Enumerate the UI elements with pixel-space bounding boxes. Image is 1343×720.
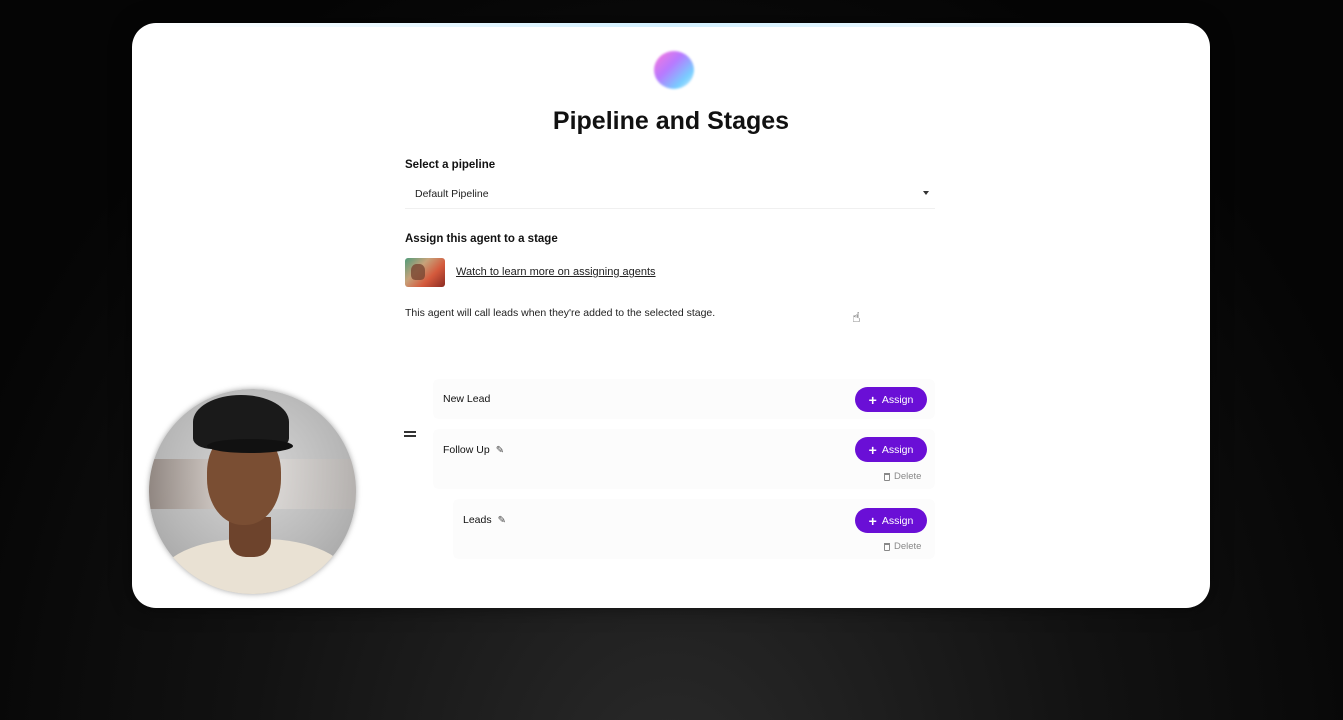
assign-stage-label: Assign this agent to a stage bbox=[405, 233, 558, 245]
pointer-cursor-icon: ☝ bbox=[852, 309, 861, 325]
stage-label-new-lead: New Lead bbox=[443, 393, 490, 405]
plus-icon: + bbox=[868, 441, 877, 458]
tutorial-video-link[interactable]: Watch to learn more on assigning agents bbox=[456, 266, 656, 278]
screen-background: Pipeline and Stages Select a pipeline De… bbox=[0, 0, 1343, 720]
pipeline-select-value: Default Pipeline bbox=[415, 187, 489, 200]
pipeline-select-label: Select a pipeline bbox=[405, 159, 496, 171]
webcam-overlay bbox=[149, 389, 356, 594]
webcam-person-cap-brim bbox=[207, 439, 293, 453]
tutorial-video-row: Watch to learn more on assigning agents bbox=[405, 257, 935, 287]
pencil-icon[interactable]: ✎ bbox=[498, 515, 506, 526]
delete-label: Delete bbox=[894, 541, 922, 552]
pipeline-form: Select a pipeline Default Pipeline Assig… bbox=[404, 159, 935, 559]
stage-label-follow-up: Follow Up ✎ bbox=[443, 444, 504, 456]
plus-icon: + bbox=[868, 391, 877, 408]
pencil-icon[interactable]: ✎ bbox=[496, 445, 504, 456]
stage-name: New Lead bbox=[443, 393, 491, 405]
drag-handle-icon[interactable] bbox=[404, 431, 416, 437]
stage-name: Leads bbox=[463, 514, 492, 526]
page-title: Pipeline and Stages bbox=[552, 107, 790, 135]
assign-button-label: Assign bbox=[881, 393, 914, 406]
caret-down-icon bbox=[923, 191, 929, 195]
brand-logo-icon bbox=[654, 51, 694, 89]
delete-button-leads[interactable]: Delete bbox=[884, 541, 921, 552]
delete-button-follow-up[interactable]: Delete bbox=[884, 471, 921, 482]
assign-button-leads[interactable]: + Assign bbox=[855, 508, 927, 533]
trash-icon bbox=[884, 472, 890, 481]
stage-label-leads: Leads ✎ bbox=[463, 514, 506, 526]
video-thumbnail[interactable] bbox=[405, 257, 445, 287]
plus-icon: + bbox=[868, 512, 877, 529]
stage-name: Follow Up bbox=[443, 444, 490, 456]
assign-button-new-lead[interactable]: + Assign bbox=[855, 387, 927, 412]
delete-label: Delete bbox=[894, 471, 922, 482]
assign-button-label: Assign bbox=[881, 514, 914, 527]
assign-button-follow-up[interactable]: + Assign bbox=[855, 437, 927, 462]
pipeline-select[interactable]: Default Pipeline bbox=[405, 179, 935, 209]
trash-icon bbox=[884, 542, 890, 551]
assign-button-label: Assign bbox=[881, 443, 914, 456]
